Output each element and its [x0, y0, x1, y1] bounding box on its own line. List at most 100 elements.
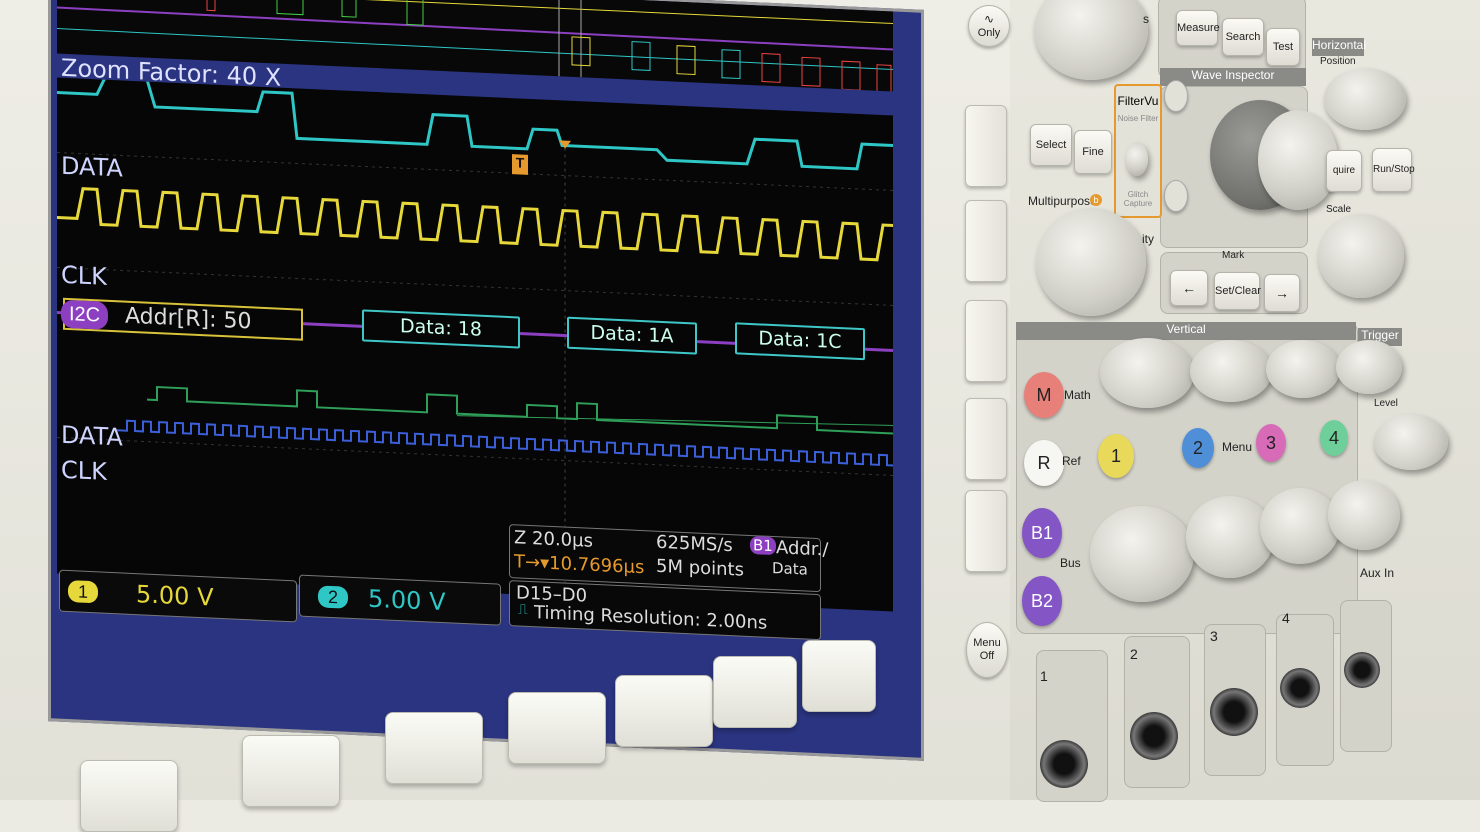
sample-rate: 625MS/s [656, 531, 733, 557]
digital-edge-icon: ⎍ [518, 601, 528, 618]
multipurpose-label: Multipurpose [1028, 194, 1097, 208]
side-menu-button-5[interactable] [965, 490, 1007, 572]
zoom-time: Z 20.0µs [514, 527, 593, 552]
input-3-label: 3 [1210, 628, 1218, 644]
waveform-area: Zoom Factor: 40 X T DATA CLK DATA CLK Ad… [56, 0, 897, 612]
trigger-time: T→▾10.7696µs [514, 551, 645, 579]
run-stop-button[interactable]: Run/Stop [1372, 148, 1415, 192]
clk-analog-label: CLK [61, 260, 107, 291]
test-button[interactable]: Test [1266, 28, 1300, 66]
b1-button[interactable]: B1 [1022, 508, 1062, 558]
glitch-capture-label: Glitch Capture [1123, 190, 1153, 208]
play-pause-button[interactable] [1164, 80, 1188, 112]
channel-2-button[interactable]: 2 [1182, 428, 1214, 468]
i2c-bus-tag: I2C [61, 299, 109, 330]
channel-4-button[interactable]: 4 [1320, 420, 1348, 456]
side-menu-button-4[interactable] [965, 398, 1007, 480]
horizontal-scale-knob[interactable] [1318, 214, 1404, 298]
bus-decode-label-2: Data [772, 558, 808, 579]
menu-label: Menu [1222, 440, 1253, 454]
horizontal-title: Horizontal [1312, 38, 1366, 56]
channel-2-badge: 2 [318, 585, 348, 609]
menu-off-button[interactable]: Menu Off [966, 622, 1008, 678]
side-menu-button-2[interactable] [965, 200, 1007, 282]
channel-3-button[interactable]: 3 [1256, 424, 1286, 462]
trigger-marker: T [512, 154, 528, 175]
aux-in-connector[interactable] [1344, 652, 1380, 688]
multipurpose-b-icon: b [1090, 194, 1102, 206]
bus-badge: B1 [750, 535, 776, 556]
bottom-menu-button-6[interactable] [713, 656, 797, 728]
channel-1-scale: 5.00 V [136, 580, 214, 612]
channel-2-button-label: 2 [1192, 438, 1203, 458]
level-label: Level [1374, 398, 1398, 409]
knob-label-s: s [1143, 12, 1149, 26]
only-label: Only [977, 27, 1001, 39]
set-clear-button[interactable]: Set/Clear [1214, 272, 1261, 310]
channel-4-button-label: 4 [1328, 428, 1339, 448]
ch1-scale-knob[interactable] [1090, 506, 1194, 602]
input-2-label: 2 [1130, 646, 1138, 662]
clk-digital-label: CLK [61, 455, 107, 486]
input-2-connector[interactable] [1130, 712, 1178, 760]
intensity-label: ity [1142, 232, 1154, 246]
b2-button[interactable]: B2 [1022, 576, 1062, 626]
vertical-title: Vertical [1016, 322, 1356, 340]
record-length: 5M points [656, 555, 744, 581]
ch3-position-knob[interactable] [1266, 340, 1340, 398]
math-label: Math [1064, 388, 1091, 402]
multipurpose-knob[interactable] [1036, 208, 1146, 316]
ch1-position-knob[interactable] [1100, 338, 1194, 408]
channel-2-scale: 5.00 V [368, 584, 446, 617]
input-1-label: 1 [1040, 668, 1048, 684]
acquire-button[interactable]: quire [1326, 150, 1362, 192]
bottom-menu-button-5[interactable] [615, 675, 713, 747]
position-label: Position [1320, 56, 1356, 67]
bus-decode-label: Addr./ [776, 537, 829, 561]
input-4-connector[interactable] [1280, 668, 1320, 708]
filtervu-title: FilterVu [1117, 94, 1159, 108]
ch3-scale-knob[interactable] [1260, 488, 1340, 564]
mark-label: Mark [1222, 250, 1245, 261]
data-digital-label: DATA [61, 420, 123, 452]
input-3-connector[interactable] [1210, 688, 1258, 736]
only-button[interactable]: ∿ Only [968, 5, 1010, 47]
previous-mark-button[interactable]: ← [1170, 270, 1208, 306]
bottom-menu-button-7[interactable] [802, 640, 876, 712]
ch2-position-knob[interactable] [1190, 340, 1272, 402]
math-button[interactable]: M [1024, 372, 1064, 418]
channel-1-button-label: 1 [1110, 446, 1121, 466]
bus-data-packet-2: Data: 1A [567, 316, 697, 355]
bottom-menu-button-2[interactable] [242, 735, 340, 807]
channel-2-readout[interactable]: 2 5.00 V [299, 574, 501, 626]
input-4-label: 4 [1282, 610, 1290, 626]
measure-button[interactable]: Measure [1176, 10, 1220, 46]
filtervu-group: FilterVu Noise Filter Glitch Capture [1114, 84, 1162, 218]
channel-1-badge: 1 [68, 580, 98, 604]
side-menu-button-1[interactable] [965, 105, 1007, 187]
aux-in-label: Aux In [1360, 566, 1395, 580]
input-1-connector[interactable] [1040, 740, 1088, 788]
fine-button[interactable]: Fine [1074, 130, 1112, 174]
filtervu-knob[interactable] [1126, 142, 1148, 176]
search-button[interactable]: Search [1222, 18, 1264, 56]
next-mark-button[interactable]: → [1264, 274, 1300, 312]
horizontal-position-knob[interactable] [1324, 68, 1406, 130]
channel-1-button[interactable]: 1 [1098, 434, 1134, 478]
bottom-menu-button-1[interactable] [80, 760, 178, 832]
side-menu-button-3[interactable] [965, 300, 1007, 382]
bottom-menu-button-3[interactable] [385, 712, 483, 784]
scope-screen: Zoom Factor: 40 X T DATA CLK DATA CLK Ad… [48, 0, 924, 761]
bottom-menu-button-4[interactable] [508, 692, 606, 764]
timing-resolution: Timing Resolution: 2.00ns [534, 602, 768, 634]
search-mark-button[interactable] [1164, 180, 1188, 212]
channel-3-button-label: 3 [1265, 433, 1276, 453]
select-button[interactable]: Select [1030, 124, 1072, 166]
ref-label: Ref [1062, 454, 1081, 468]
ref-button[interactable]: R [1024, 440, 1064, 486]
ch4-scale-knob[interactable] [1328, 480, 1400, 550]
data-analog-label: DATA [61, 151, 123, 183]
trigger-level-knob[interactable] [1374, 414, 1448, 470]
noise-filter-label: Noise Filter [1117, 114, 1159, 123]
ch4-position-knob[interactable] [1336, 340, 1402, 394]
